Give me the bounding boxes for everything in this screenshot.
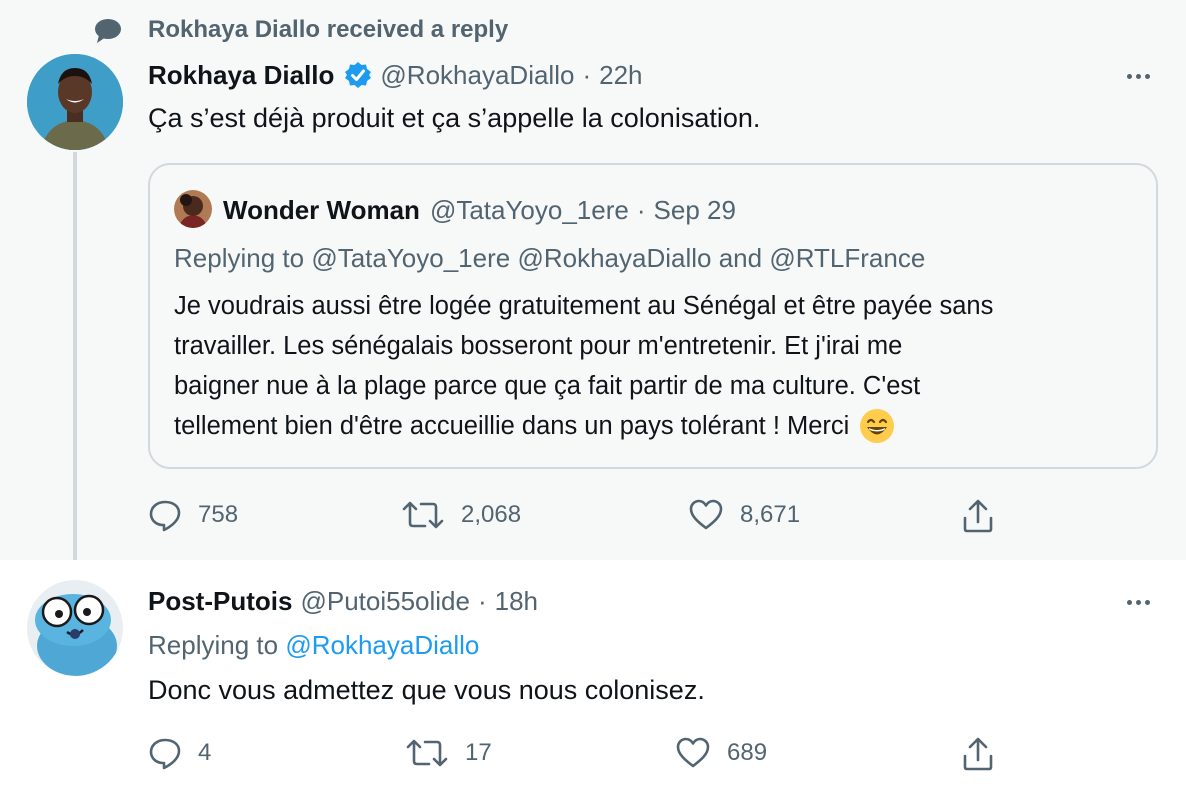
- more-options-icon[interactable]: [1127, 600, 1150, 605]
- quoted-avatar: [174, 190, 212, 228]
- reply-icon: [148, 498, 182, 532]
- like-count: 689: [727, 739, 768, 766]
- quoted-date: Sep 29: [653, 195, 736, 225]
- tweet-text: Donc vous admettez que vous nous colonis…: [148, 675, 705, 705]
- reply-button[interactable]: 4: [148, 736, 211, 770]
- tweet-time[interactable]: 18h: [495, 584, 538, 618]
- retweet-icon: [405, 736, 449, 770]
- replying-handle-link[interactable]: @RokhayaDiallo: [285, 630, 479, 660]
- like-button[interactable]: 689: [675, 736, 767, 770]
- retweet-button[interactable]: 17: [405, 736, 492, 770]
- speech-bubble-icon: [94, 18, 122, 49]
- quoted-tweet[interactable]: Wonder Woman @TataYoyo_1ere · Sep 29 Rep…: [148, 163, 1158, 469]
- like-button[interactable]: 8,671: [688, 498, 800, 532]
- quoted-text-line: travailler. Les sénégalais bosseront pou…: [174, 332, 903, 360]
- share-icon: [961, 498, 995, 534]
- verified-badge-icon: [344, 61, 372, 89]
- like-count: 8,671: [740, 501, 801, 528]
- quoted-text-line: tellement bien d'être accueillie dans un…: [174, 412, 850, 440]
- quoted-text-line: baigner nue à la plage parce que ça fait…: [174, 372, 921, 400]
- context-label: Rokhaya Diallo received a reply: [148, 16, 509, 43]
- quoted-text-line: Je voudrais aussi être logée gratuitemen…: [174, 292, 994, 320]
- separator-dot: ·: [582, 60, 592, 90]
- author-name[interactable]: Post-Putois: [148, 584, 292, 618]
- avatar[interactable]: [27, 580, 123, 676]
- tweet-time[interactable]: 22h: [599, 58, 642, 92]
- retweet-count: 17: [465, 739, 492, 766]
- highlighted-tweet[interactable]: Rokhaya Diallo received a reply Rokhaya …: [0, 0, 1186, 572]
- retweet-count: 2,068: [461, 501, 522, 528]
- replying-and: and: [718, 243, 763, 273]
- tweet-text: Ça s’est déjà produit et ça s’appelle la…: [148, 103, 761, 133]
- replying-prefix: Replying to: [148, 630, 279, 660]
- tweet-header: Post-Putois @Putoi55olide · 18h: [148, 584, 538, 618]
- author-name[interactable]: Rokhaya Diallo: [148, 58, 334, 92]
- thread-line: [73, 152, 77, 572]
- avatar[interactable]: [27, 54, 123, 150]
- replying-prefix: Replying to: [174, 243, 305, 273]
- replying-handles: @TataYoyo_1ere @RokhayaDiallo: [311, 243, 712, 273]
- quoted-author-name: Wonder Woman: [223, 195, 420, 225]
- reply-count: 4: [198, 739, 212, 766]
- separator-dot: ·: [477, 586, 487, 616]
- reply-tweet[interactable]: Post-Putois @Putoi55olide · 18h Replying…: [0, 560, 1186, 794]
- reply-icon: [148, 736, 182, 770]
- quoted-text: Je voudrais aussi être logée gratuitemen…: [174, 286, 993, 446]
- retweet-button[interactable]: 2,068: [401, 498, 521, 532]
- reply-button[interactable]: 758: [148, 498, 238, 532]
- replying-handle-last: @RTLFrance: [769, 243, 926, 273]
- quoted-handle: @TataYoyo_1ere: [429, 195, 629, 225]
- tweet-header: Rokhaya Diallo @RokhayaDiallo · 22h: [148, 58, 643, 92]
- share-button[interactable]: [961, 498, 995, 534]
- replying-to: Replying to @RokhayaDiallo: [148, 628, 479, 662]
- reply-count: 758: [198, 501, 239, 528]
- heart-icon: [675, 736, 711, 770]
- separator-dot: ·: [636, 195, 646, 225]
- quoted-replying-to: Replying to @TataYoyo_1ere @RokhayaDiall…: [174, 241, 925, 275]
- share-icon: [961, 736, 995, 772]
- grinning-emoji-icon: [859, 408, 895, 444]
- author-handle[interactable]: @RokhayaDiallo: [380, 58, 574, 92]
- retweet-icon: [401, 498, 445, 532]
- quoted-header: Wonder Woman @TataYoyo_1ere · Sep 29: [223, 193, 736, 227]
- more-options-icon[interactable]: [1127, 74, 1150, 79]
- heart-icon: [688, 498, 724, 532]
- author-handle[interactable]: @Putoi55olide: [300, 584, 470, 618]
- share-button[interactable]: [961, 736, 995, 772]
